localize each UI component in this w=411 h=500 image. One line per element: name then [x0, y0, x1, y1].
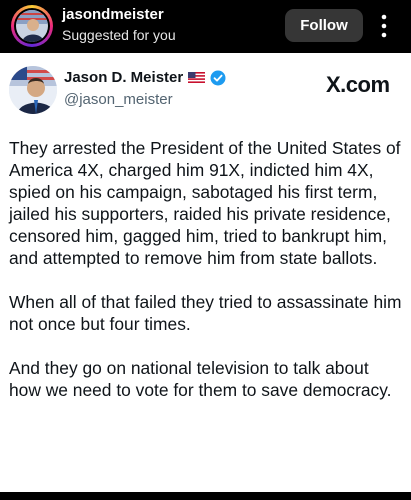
- tweet-paragraph: They arrested the President of the Unite…: [9, 138, 401, 268]
- person-icon: [16, 10, 48, 42]
- username[interactable]: jasondmeister: [62, 6, 164, 23]
- tweet-card: Jason D. Meister @jason_meister X.com Th…: [0, 53, 411, 492]
- post-header: jasondmeister Suggested for you Follow: [0, 0, 411, 52]
- x-brand-logo: X.com: [326, 72, 390, 97]
- handle[interactable]: @jason_meister: [64, 91, 173, 108]
- display-name[interactable]: Jason D. Meister: [64, 69, 183, 86]
- tweet-paragraph: When all of that failed they tried to as…: [9, 292, 402, 334]
- suggested-label: Suggested for you: [62, 27, 176, 43]
- more-vertical-icon[interactable]: [378, 14, 390, 38]
- tweet-avatar: [9, 66, 57, 114]
- tweet-text: They arrested the President of the Unite…: [9, 137, 403, 423]
- us-flag-icon: [188, 72, 206, 83]
- bottom-divider: [0, 492, 411, 500]
- follow-button[interactable]: Follow: [285, 9, 363, 42]
- author-row: Jason D. Meister: [64, 69, 226, 86]
- verified-badge-icon: [210, 70, 226, 85]
- profile-avatar[interactable]: [11, 5, 53, 47]
- tweet-paragraph: And they go on national television to ta…: [9, 358, 392, 400]
- person-icon: [9, 66, 57, 114]
